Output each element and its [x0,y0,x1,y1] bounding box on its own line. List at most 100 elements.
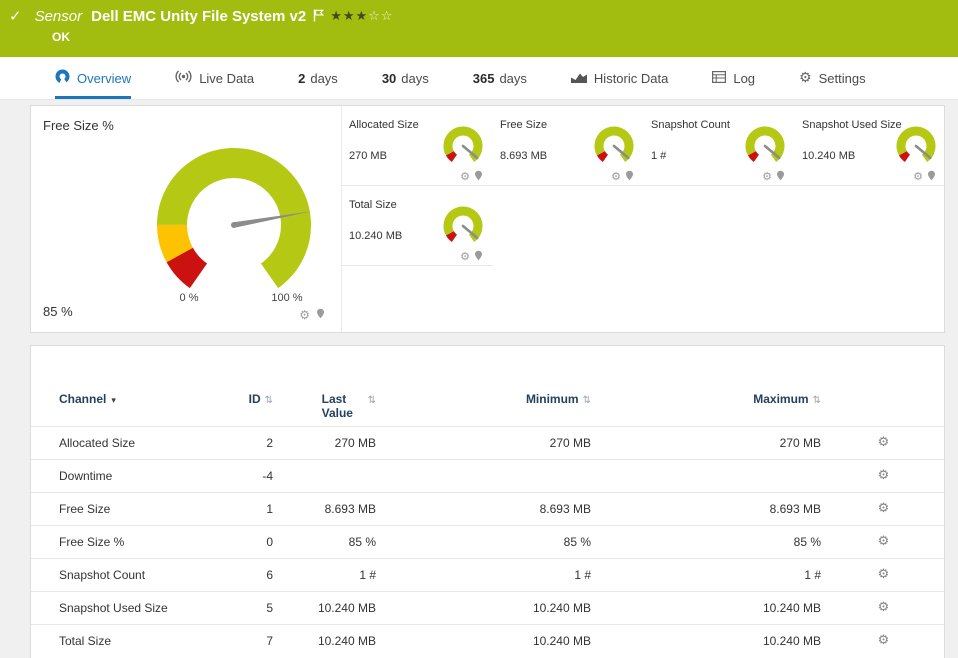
channel-settings-icon[interactable]: ⚙ [878,534,890,549]
gauge-pin-icon[interactable] [474,248,483,266]
column-header-channel[interactable]: Channel ▾ [31,374,241,426]
channel-minimum [381,459,593,492]
tab-overview-label: Overview [77,71,131,86]
gauge-pin-icon[interactable] [625,168,634,186]
channel-last-value [279,459,381,492]
sensor-header: ✓ Sensor Dell EMC Unity File System v2 ★… [0,0,958,57]
channel-name: Snapshot Used Size [31,591,241,624]
column-header-minimum[interactable]: Minimum⇅ [381,374,593,426]
channel-minimum: 270 MB [381,426,593,459]
gauge-gear-icon[interactable]: ⚙ [611,171,621,183]
channel-id: -4 [241,459,279,492]
mini-gauge-snapshot-count: Snapshot Count 1 # ⚙ [644,106,795,186]
channel-id: 6 [241,558,279,591]
channel-settings-icon[interactable]: ⚙ [878,501,890,516]
channel-settings-icon[interactable]: ⚙ [878,633,890,648]
tab-log[interactable]: Log [712,57,755,99]
tab-365-days[interactable]: 365 days [473,57,527,99]
gauge-pin-icon[interactable] [316,306,325,324]
column-header-last-value-label: Last Value [322,392,364,420]
settings-gear-icon: ⚙ [799,70,812,86]
channels-table: Channel▾ ID⇅ Last Value⇅ Minimum⇅ Maximu… [31,374,946,657]
primary-channel-gauge: Free Size % 0 % 100 % 85 % ⚙ [31,106,341,332]
mini-gauge-value: 270 MB [349,150,387,162]
overview-gauge-icon [55,69,70,87]
tab-live-data[interactable]: Live Data [175,57,254,99]
gauge-gear-icon[interactable]: ⚙ [460,251,470,263]
tab-overview[interactable]: Overview [55,57,131,99]
table-row: Downtime -4 ⚙ [31,459,946,492]
status-check-icon: ✓ [9,8,22,26]
sort-icon: ⇅ [265,395,273,406]
channel-settings-icon[interactable]: ⚙ [878,567,890,582]
channel-maximum [593,459,821,492]
tab-bar: Overview Live Data 2 days 30 days 365 da… [0,57,958,100]
primary-gauge-value: 85 % [43,304,73,319]
tab-30-days[interactable]: 30 days [382,57,429,99]
object-kind-label: Sensor [35,8,83,26]
flag-icon[interactable] [313,9,324,27]
mini-gauge-value: 1 # [651,150,666,162]
gauge-gear-icon[interactable]: ⚙ [913,171,923,183]
channels-table-panel: Channel▾ ID⇅ Last Value⇅ Minimum⇅ Maximu… [30,345,945,658]
gauge-gear-icon[interactable]: ⚙ [460,171,470,183]
mini-gauge-title: Total Size [349,199,397,211]
gauge-gear-icon[interactable]: ⚙ [762,171,772,183]
channel-id: 7 [241,624,279,657]
channel-minimum: 10.240 MB [381,624,593,657]
gauge-panel: Free Size % 0 % 100 % 85 % ⚙ Allocated S… [30,105,945,333]
table-row: Allocated Size 2 270 MB 270 MB 270 MB ⚙ [31,426,946,459]
gauge-pin-icon[interactable] [927,168,936,186]
channel-name: Allocated Size [31,426,241,459]
channel-maximum: 270 MB [593,426,821,459]
gauge-scale-max: 100 % [259,292,315,304]
channel-settings-icon[interactable]: ⚙ [878,468,890,483]
column-header-channel-label: Channel [59,392,106,406]
channel-settings-icon[interactable]: ⚙ [878,600,890,615]
column-header-last-value[interactable]: Last Value⇅ [279,374,381,426]
channel-id: 2 [241,426,279,459]
gauge-pin-icon[interactable] [474,168,483,186]
sensor-status-badge: OK [52,30,70,44]
mini-gauge-dial [894,124,938,164]
tab-30-days-number: 30 [382,71,396,86]
tab-2-days[interactable]: 2 days [298,57,338,99]
mini-gauge-allocated-size: Allocated Size 270 MB ⚙ [342,106,493,186]
column-header-minimum-label: Minimum [526,392,579,406]
channel-id: 1 [241,492,279,525]
tab-historic-data-label: Historic Data [594,71,668,86]
channel-name: Total Size [31,624,241,657]
tab-settings[interactable]: ⚙ Settings [799,57,866,99]
tab-settings-label: Settings [819,71,866,86]
live-data-icon [175,70,192,86]
log-icon [712,71,726,86]
mini-gauge-dial [441,204,485,244]
gauge-gear-icon[interactable]: ⚙ [299,309,310,321]
column-header-maximum[interactable]: Maximum⇅ [593,374,821,426]
channel-last-value: 270 MB [279,426,381,459]
mini-gauge-value: 10.240 MB [802,150,855,162]
channel-name: Downtime [31,459,241,492]
tab-30-days-label: days [401,71,428,86]
tab-historic-data[interactable]: Historic Data [571,57,668,99]
sort-icon: ⇅ [813,395,821,406]
channel-minimum: 1 # [381,558,593,591]
priority-stars[interactable]: ★★★☆☆ [330,9,393,25]
channel-settings-icon[interactable]: ⚙ [878,435,890,450]
channel-name: Free Size % [31,525,241,558]
mini-gauge-title: Snapshot Used Size [802,119,902,131]
channel-last-value: 10.240 MB [279,591,381,624]
historic-data-icon [571,71,587,86]
free-size-gauge [139,128,329,294]
stars-filled: ★★★ [330,9,368,24]
column-header-id[interactable]: ID⇅ [241,374,279,426]
gauge-pin-icon[interactable] [776,168,785,186]
channel-maximum: 10.240 MB [593,591,821,624]
mini-gauges-grid: Allocated Size 270 MB ⚙ Free Size 8.693 … [341,106,946,332]
mini-gauge-value: 8.693 MB [500,150,547,162]
channel-maximum: 10.240 MB [593,624,821,657]
mini-gauge-free-size: Free Size 8.693 MB ⚙ [493,106,644,186]
stars-empty: ☆☆ [368,9,393,24]
chevron-down-icon: ▾ [111,396,116,406]
channel-maximum: 85 % [593,525,821,558]
